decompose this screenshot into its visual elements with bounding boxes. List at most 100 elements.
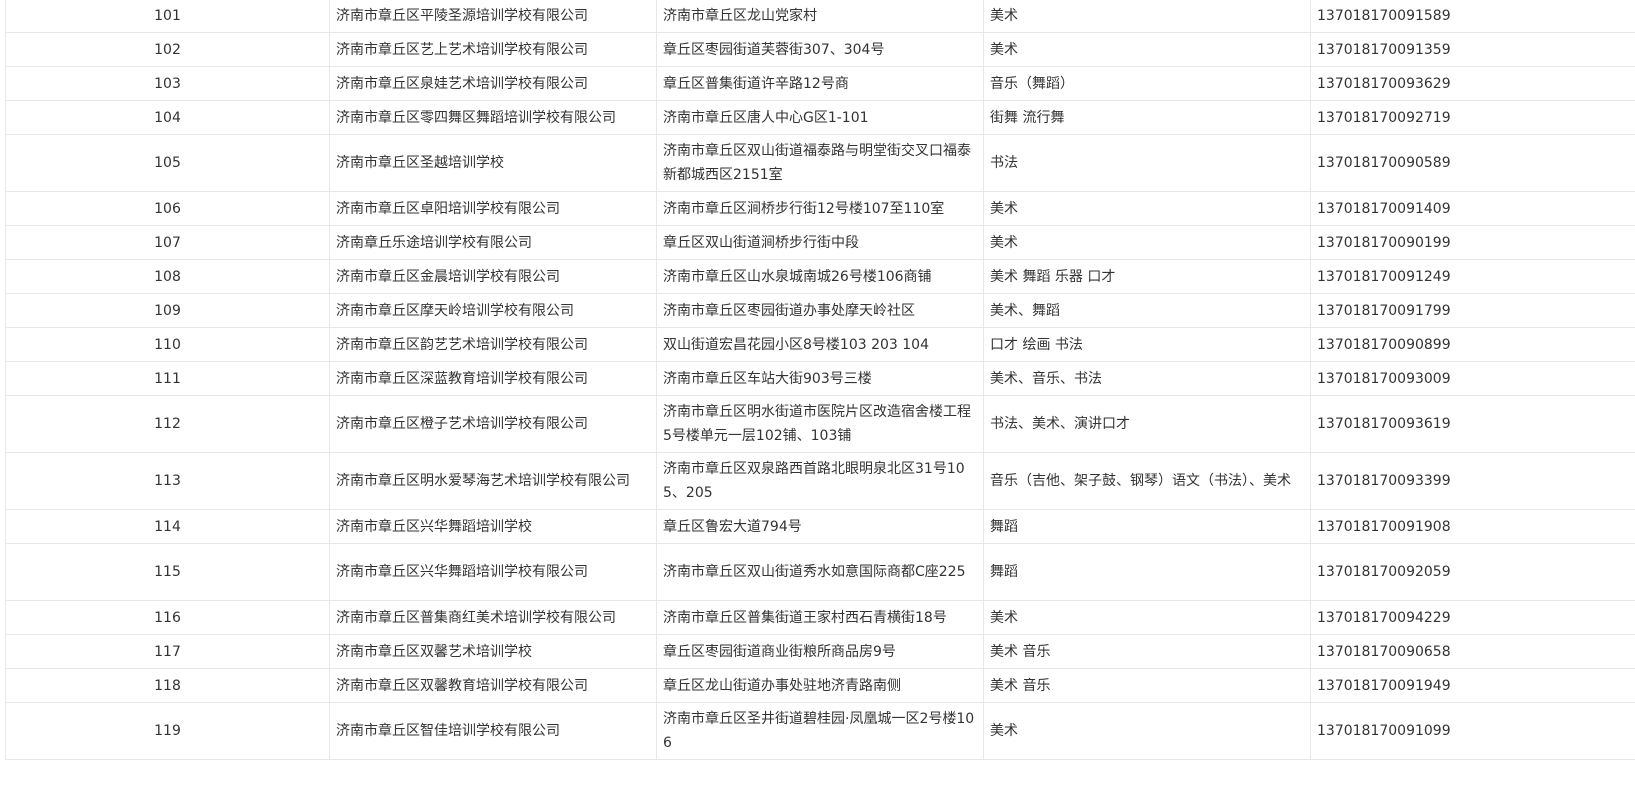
school-name: 济南市章丘区橙子艺术培训学校有限公司 [329, 395, 657, 453]
school-name: 济南市章丘区双馨教育培训学校有限公司 [329, 668, 657, 703]
table-row: 108 济南市章丘区金晨培训学校有限公司 济南市章丘区山水泉城南城26号楼106… [5, 259, 1635, 294]
row-index: 107 [5, 225, 330, 260]
training-category: 音乐（吉他、架子鼓、钢琴）语文（书法）、美术 [983, 452, 1311, 510]
school-address: 济南市章丘区双山街道福泰路与明堂街交叉口福泰新都城西区2151室 [656, 134, 984, 192]
school-address: 济南市章丘区明水街道市医院片区改造宿舍楼工程5号楼单元一层102铺、103铺 [656, 395, 984, 453]
table-row: 118 济南市章丘区双馨教育培训学校有限公司 章丘区龙山街道办事处驻地济青路南侧… [5, 668, 1635, 703]
row-index: 103 [5, 66, 330, 101]
training-category: 音乐（舞蹈） [983, 66, 1311, 101]
license-number: 137018170092719 [1310, 100, 1635, 135]
training-category: 美术 [983, 225, 1311, 260]
school-name: 济南市章丘区韵艺艺术培训学校有限公司 [329, 327, 657, 362]
table-row: 116 济南市章丘区普集商红美术培训学校有限公司 济南市章丘区普集街道王家村西石… [5, 600, 1635, 635]
school-name: 济南市章丘区深蓝教育培训学校有限公司 [329, 361, 657, 396]
table-row: 115 济南市章丘区兴华舞蹈培训学校有限公司 济南市章丘区双山街道秀水如意国际商… [5, 543, 1635, 601]
license-number: 137018170090658 [1310, 634, 1635, 669]
license-number: 137018170091249 [1310, 259, 1635, 294]
school-address: 济南市章丘区车站大街903号三楼 [656, 361, 984, 396]
table-row: 117 济南市章丘区双馨艺术培训学校 章丘区枣园街道商业街粮所商品房9号 美术 … [5, 634, 1635, 669]
table-row: 107 济南章丘乐途培训学校有限公司 章丘区双山街道涧桥步行街中段 美术 137… [5, 225, 1635, 260]
row-index: 104 [5, 100, 330, 135]
school-address: 济南市章丘区龙山党家村 [656, 0, 984, 33]
school-name: 济南市章丘区艺上艺术培训学校有限公司 [329, 32, 657, 67]
row-index: 108 [5, 259, 330, 294]
training-schools-table-container: 101 济南市章丘区平陵圣源培训学校有限公司 济南市章丘区龙山党家村 美术 13… [0, 0, 1635, 786]
training-category: 美术、音乐、书法 [983, 361, 1311, 396]
school-address: 章丘区普集街道许辛路12号商 [656, 66, 984, 101]
training-category: 舞蹈 [983, 543, 1311, 601]
training-category: 美术 舞蹈 乐器 口才 [983, 259, 1311, 294]
license-number: 137018170091908 [1310, 509, 1635, 544]
license-number: 137018170091949 [1310, 668, 1635, 703]
license-number: 137018170091099 [1310, 702, 1635, 760]
training-category: 书法 [983, 134, 1311, 192]
row-index: 114 [5, 509, 330, 544]
row-index: 102 [5, 32, 330, 67]
license-number: 137018170093399 [1310, 452, 1635, 510]
table-row: 104 济南市章丘区零四舞区舞蹈培训学校有限公司 济南市章丘区唐人中心G区1-1… [5, 100, 1635, 135]
school-name: 济南市章丘区双馨艺术培训学校 [329, 634, 657, 669]
row-index: 113 [5, 452, 330, 510]
school-name: 济南市章丘区泉娃艺术培训学校有限公司 [329, 66, 657, 101]
school-name: 济南市章丘区卓阳培训学校有限公司 [329, 191, 657, 226]
training-category: 美术 [983, 191, 1311, 226]
row-index: 111 [5, 361, 330, 396]
school-name: 济南章丘乐途培训学校有限公司 [329, 225, 657, 260]
table-row: 103 济南市章丘区泉娃艺术培训学校有限公司 章丘区普集街道许辛路12号商 音乐… [5, 66, 1635, 101]
school-address: 章丘区双山街道涧桥步行街中段 [656, 225, 984, 260]
training-schools-table: 101 济南市章丘区平陵圣源培训学校有限公司 济南市章丘区龙山党家村 美术 13… [5, 0, 1635, 760]
table-row: 119 济南市章丘区智佳培训学校有限公司 济南市章丘区圣井街道碧桂园·凤凰城一区… [5, 702, 1635, 760]
school-address: 章丘区枣园街道商业街粮所商品房9号 [656, 634, 984, 669]
row-index: 112 [5, 395, 330, 453]
school-address: 济南市章丘区双泉路西首路北眼明泉北区31号105、205 [656, 452, 984, 510]
row-index: 101 [5, 0, 330, 33]
row-index: 117 [5, 634, 330, 669]
school-address: 济南市章丘区涧桥步行街12号楼107至110室 [656, 191, 984, 226]
school-address: 济南市章丘区圣井街道碧桂园·凤凰城一区2号楼106 [656, 702, 984, 760]
table-row: 113 济南市章丘区明水爱琴海艺术培训学校有限公司 济南市章丘区双泉路西首路北眼… [5, 452, 1635, 510]
row-index: 105 [5, 134, 330, 192]
training-category: 美术 音乐 [983, 634, 1311, 669]
license-number: 137018170093629 [1310, 66, 1635, 101]
license-number: 137018170091409 [1310, 191, 1635, 226]
school-name: 济南市章丘区零四舞区舞蹈培训学校有限公司 [329, 100, 657, 135]
school-name: 济南市章丘区普集商红美术培训学校有限公司 [329, 600, 657, 635]
training-category: 美术 [983, 32, 1311, 67]
training-category: 舞蹈 [983, 509, 1311, 544]
row-index: 109 [5, 293, 330, 328]
training-category: 书法、美术、演讲口才 [983, 395, 1311, 453]
training-category: 美术 [983, 600, 1311, 635]
table-row: 111 济南市章丘区深蓝教育培训学校有限公司 济南市章丘区车站大街903号三楼 … [5, 361, 1635, 396]
school-address: 济南市章丘区枣园街道办事处摩天岭社区 [656, 293, 984, 328]
row-index: 115 [5, 543, 330, 601]
table-row: 106 济南市章丘区卓阳培训学校有限公司 济南市章丘区涧桥步行街12号楼107至… [5, 191, 1635, 226]
row-index: 119 [5, 702, 330, 760]
school-name: 济南市章丘区圣越培训学校 [329, 134, 657, 192]
training-category: 美术 音乐 [983, 668, 1311, 703]
table-row: 110 济南市章丘区韵艺艺术培训学校有限公司 双山街道宏昌花园小区8号楼103 … [5, 327, 1635, 362]
school-name: 济南市章丘区摩天岭培训学校有限公司 [329, 293, 657, 328]
license-number: 137018170093009 [1310, 361, 1635, 396]
school-address: 济南市章丘区双山街道秀水如意国际商都C座225 [656, 543, 984, 601]
school-address: 济南市章丘区山水泉城南城26号楼106商铺 [656, 259, 984, 294]
license-number: 137018170091799 [1310, 293, 1635, 328]
school-address: 济南市章丘区普集街道王家村西石青横街18号 [656, 600, 984, 635]
table-row: 105 济南市章丘区圣越培训学校 济南市章丘区双山街道福泰路与明堂街交叉口福泰新… [5, 134, 1635, 192]
training-category: 美术 [983, 0, 1311, 33]
training-category: 美术、舞蹈 [983, 293, 1311, 328]
table-row: 102 济南市章丘区艺上艺术培训学校有限公司 章丘区枣园街道芙蓉街307、304… [5, 32, 1635, 67]
row-index: 106 [5, 191, 330, 226]
table-row: 112 济南市章丘区橙子艺术培训学校有限公司 济南市章丘区明水街道市医院片区改造… [5, 395, 1635, 453]
table-row: 114 济南市章丘区兴华舞蹈培训学校 章丘区鲁宏大道794号 舞蹈 137018… [5, 509, 1635, 544]
license-number: 137018170091359 [1310, 32, 1635, 67]
school-name: 济南市章丘区兴华舞蹈培训学校有限公司 [329, 543, 657, 601]
school-name: 济南市章丘区金晨培训学校有限公司 [329, 259, 657, 294]
row-index: 116 [5, 600, 330, 635]
school-address: 章丘区枣园街道芙蓉街307、304号 [656, 32, 984, 67]
school-address: 济南市章丘区唐人中心G区1-101 [656, 100, 984, 135]
license-number: 137018170090899 [1310, 327, 1635, 362]
school-name: 济南市章丘区智佳培训学校有限公司 [329, 702, 657, 760]
school-name: 济南市章丘区平陵圣源培训学校有限公司 [329, 0, 657, 33]
table-row: 101 济南市章丘区平陵圣源培训学校有限公司 济南市章丘区龙山党家村 美术 13… [5, 0, 1635, 33]
license-number: 137018170094229 [1310, 600, 1635, 635]
